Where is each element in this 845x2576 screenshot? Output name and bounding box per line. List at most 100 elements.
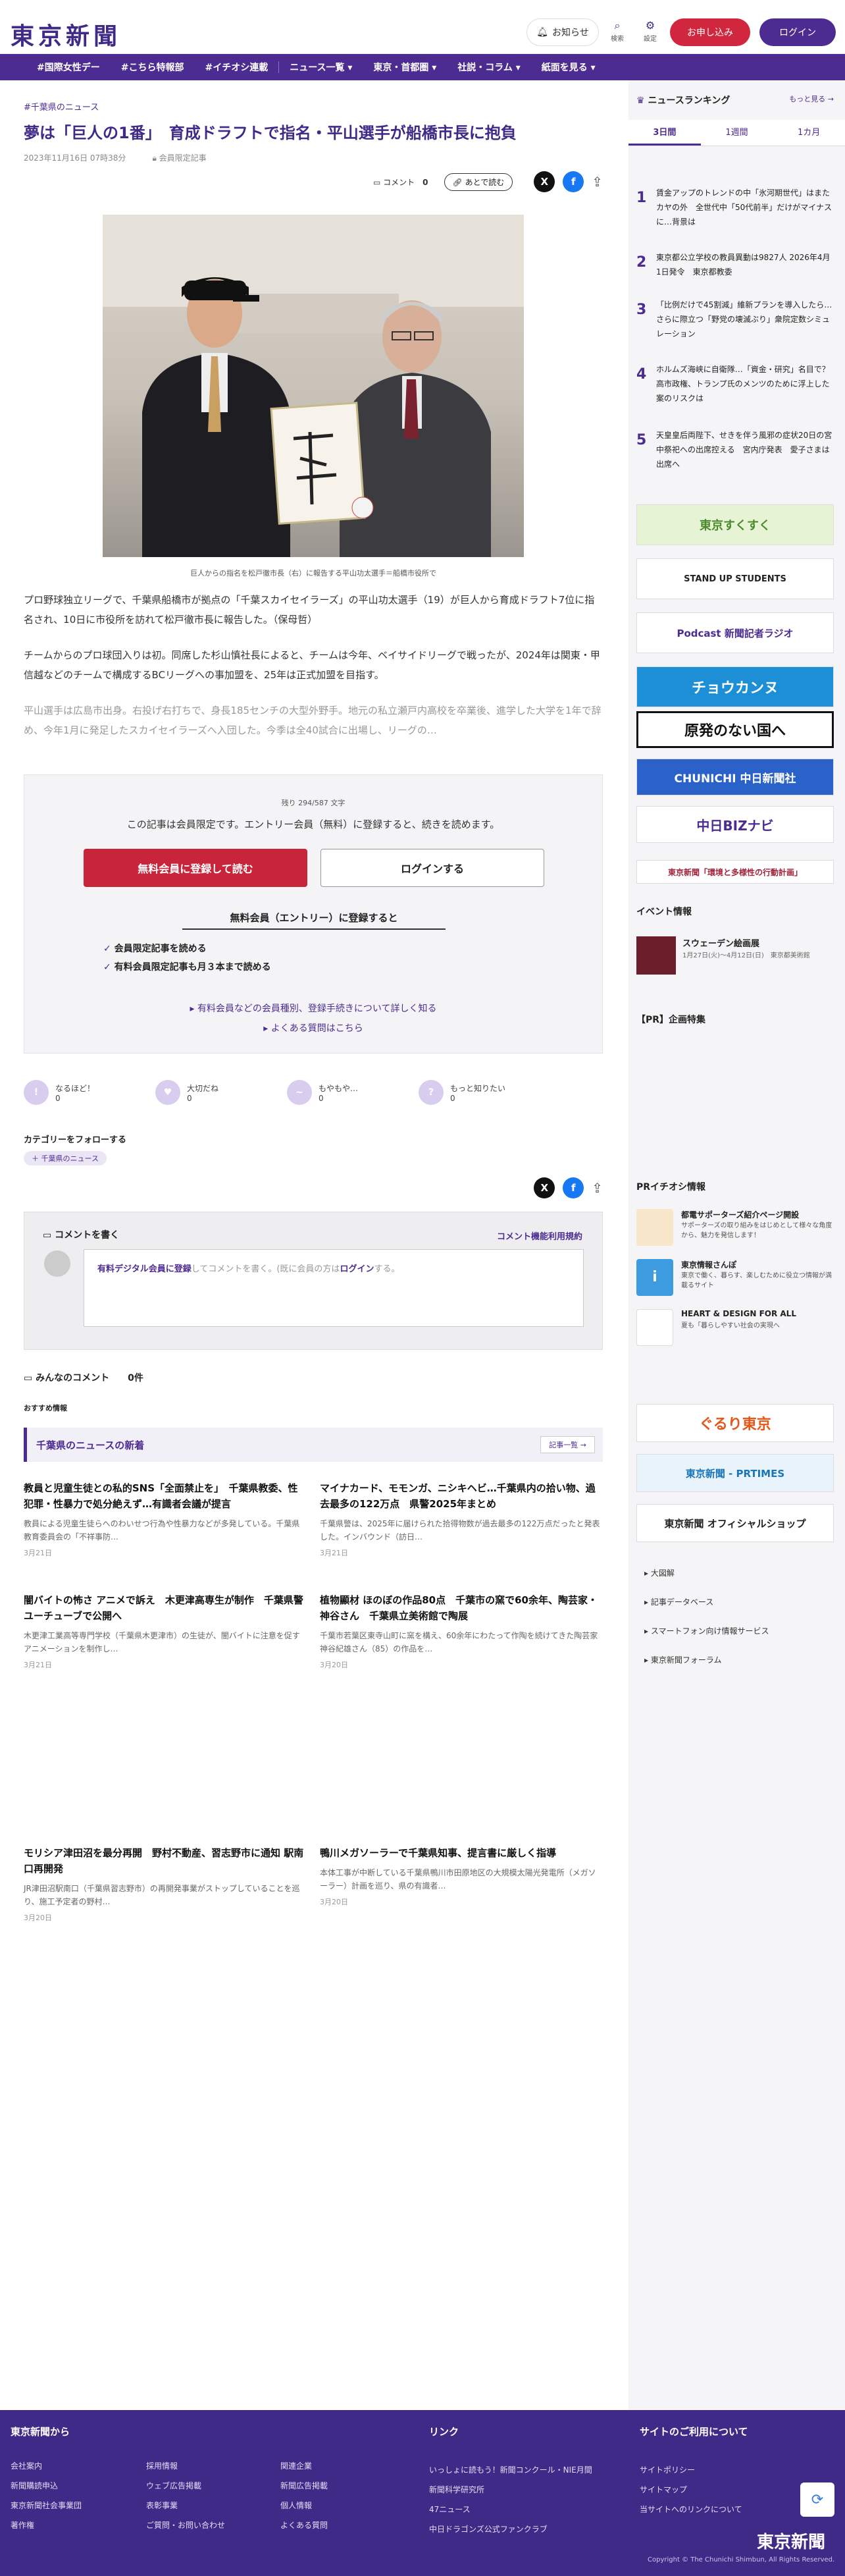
nav-item-news-list[interactable]: ニュース一覧 ▾: [279, 61, 363, 74]
nav-item-tokyo[interactable]: 東京・首都圏 ▾: [363, 61, 447, 74]
sidebar-link[interactable]: ▸ 記事データベース: [644, 1596, 713, 1607]
question-icon: ?: [419, 1080, 444, 1105]
footer-link[interactable]: 新聞広告掲載: [280, 2480, 328, 2491]
x-share-icon[interactable]: X: [534, 1177, 555, 1198]
tab-1week[interactable]: 1週間: [700, 120, 773, 146]
footer-logo[interactable]: 東京新聞: [757, 2529, 825, 2553]
banner-biznavi[interactable]: 中日BIZナビ: [636, 806, 834, 843]
footer-link[interactable]: 採用情報: [146, 2460, 178, 2471]
nav-item-ichioshi[interactable]: #イチオシ連載: [194, 61, 278, 74]
settings-button[interactable]: ⚙ 設定: [636, 18, 665, 47]
tab-1month[interactable]: 1カ月: [773, 120, 845, 146]
banner-genpatsu[interactable]: 原発のない国へ: [636, 711, 834, 748]
footer-link[interactable]: 中日ドラゴンズ公式ファンクラブ: [429, 2523, 548, 2535]
avatar: [44, 1250, 70, 1277]
banner-chokanu[interactable]: チョウカンヌ: [636, 666, 834, 707]
comment-link[interactable]: ▭ コメント 0: [373, 176, 428, 188]
banner-radio[interactable]: Podcast 新聞記者ラジオ: [636, 612, 834, 653]
reaction-taisetsu[interactable]: ♥ 大切だね 0: [155, 1080, 287, 1105]
membership-info-link[interactable]: ▸ 有料会員などの会員種別、登録手続きについて詳しく知る: [24, 999, 602, 1019]
footer-link[interactable]: 47ニュース: [429, 2504, 471, 2515]
banner-prtimes[interactable]: 東京新聞 - PRTIMES: [636, 1454, 834, 1492]
photo-illustration: [103, 215, 524, 557]
site-footer: 東京新聞から 会社案内 新聞購読申込 東京新聞社会事業団 著作権 採用情報 ウェ…: [0, 2410, 845, 2576]
footer-link[interactable]: サイトマップ: [640, 2484, 687, 2495]
faq-link[interactable]: ▸ よくある質問はこちら: [24, 1019, 602, 1038]
reaction-motto[interactable]: ? もっと知りたい 0: [419, 1080, 550, 1105]
check-icon: ✓: [103, 962, 115, 973]
banner-shop[interactable]: 東京新聞 オフィシャルショップ: [636, 1504, 834, 1542]
clip-icon: 🔗︎: [452, 177, 465, 187]
footer-link[interactable]: 東京新聞社会事業団: [11, 2500, 82, 2511]
breadcrumb[interactable]: #千葉県のニュース: [24, 100, 603, 113]
footer-link[interactable]: 会社案内: [11, 2460, 42, 2471]
benefit-item: ✓ 有料会員限定記事も月３本まで読める: [103, 962, 271, 973]
footer-link[interactable]: 表彰事業: [146, 2500, 178, 2511]
tab-3days[interactable]: 3日間: [628, 120, 701, 146]
nav-item-paper[interactable]: 紙面を見る ▾: [531, 61, 606, 74]
x-share-icon[interactable]: X: [534, 171, 555, 192]
pr-thumbnail: [636, 1209, 673, 1246]
read-later-button[interactable]: 🔗︎ あとで読む: [444, 173, 513, 191]
comment-box: ▭ コメントを書く コメント機能利用規約 有料デジタル会員に登録してコメントを書…: [24, 1212, 603, 1350]
paywall-login-button[interactable]: ログインする: [320, 849, 544, 887]
footer-link[interactable]: 新聞科学研究所: [429, 2484, 484, 2495]
footer-link[interactable]: いっしょに読もう！新聞コンクール・NIE月間: [429, 2464, 592, 2475]
recaptcha-icon: ⟳: [811, 2491, 824, 2508]
banner-chunichi[interactable]: CHUNICHI 中日新聞社: [636, 759, 834, 795]
sidebar-link[interactable]: ▸ 東京新聞フォーラム: [644, 1654, 722, 1665]
site-header: 東京新聞 🔔︎ お知らせ ⌕ 検索 ⚙ 設定 お申し込み ログイン: [0, 0, 845, 54]
footer-link[interactable]: 関連企業: [280, 2460, 312, 2471]
facebook-share-icon[interactable]: f: [563, 1177, 584, 1198]
nav-item-editorial[interactable]: 社説・コラム ▾: [447, 61, 530, 74]
footer-link[interactable]: ご質問・お問い合わせ: [146, 2519, 225, 2531]
reaction-naruhodo[interactable]: ! なるほど！ 0: [24, 1080, 155, 1105]
banner-sukusuku[interactable]: 東京すくすく: [636, 504, 834, 545]
footer-link[interactable]: ウェブ広告掲載: [146, 2480, 201, 2491]
event-name[interactable]: スウェーデン絵画展: [682, 936, 759, 949]
news-card[interactable]: 闇バイトの怖さ アニメで訴え 木更津高専生が制作 千葉県警ユーチューブで公開へ木…: [24, 1592, 307, 1670]
apply-button[interactable]: お申し込み: [670, 18, 750, 46]
footer-col-title: 東京新聞から: [11, 2426, 70, 2438]
footer-link[interactable]: サイトポリシー: [640, 2464, 695, 2475]
site-logo[interactable]: 東京新聞: [11, 17, 121, 51]
comment-rules-link[interactable]: コメント機能利用規約: [497, 1229, 582, 1242]
register-button[interactable]: 無料会員に登録して読む: [84, 849, 307, 887]
footer-link[interactable]: 新聞購読申込: [11, 2480, 58, 2491]
footer-link[interactable]: よくある質問: [280, 2519, 328, 2531]
event-thumbnail[interactable]: [636, 936, 676, 975]
benefit-item: ✓ 会員限定記事を読める: [103, 944, 207, 954]
search-button[interactable]: ⌕ 検索: [603, 18, 632, 47]
exclamation-icon: !: [24, 1080, 49, 1105]
news-card[interactable]: マイナカード、モモンガ、ニシキヘビ…千葉県内の拾い物、過去最多の122万点 県警…: [320, 1480, 603, 1558]
footer-link[interactable]: 当サイトへのリンクについて: [640, 2504, 742, 2515]
article-paragraph-faded: 平山選手は広島市出身。右投げ右打ちで、身長185センチの大型外野手。地元の私立瀬…: [24, 705, 602, 736]
notice-button[interactable]: 🔔︎ お知らせ: [526, 18, 599, 46]
news-card[interactable]: 鴨川メガソーラーで千葉県知事、提言書に厳しく指導 本体工事が中断している千葉県鴨川…: [320, 1845, 603, 1907]
news-card[interactable]: 教員と児童生徒との私的SNS「全面禁止を」 千葉県教委、性犯罪・性暴力で処分絶え…: [24, 1480, 307, 1558]
ranking-more-link[interactable]: もっと見る →: [789, 94, 834, 104]
comment-input[interactable]: 有料デジタル会員に登録してコメントを書く。(既に会員の方はログインする。: [84, 1249, 584, 1327]
write-comment-label: ▭ コメントを書く: [43, 1230, 120, 1241]
banner-action-plan[interactable]: 東京新聞「環境と多様性の行動計画」: [636, 860, 834, 884]
banner-standup[interactable]: STAND UP STUDENTS: [636, 558, 834, 599]
share-icon[interactable]: ⇪: [592, 1180, 603, 1196]
footer-link[interactable]: 個人情報: [280, 2500, 312, 2511]
register-link[interactable]: 有料デジタル会員に登録: [97, 1264, 192, 1274]
recaptcha-badge[interactable]: ⟳: [800, 2482, 834, 2517]
follow-tag-button[interactable]: ＋ 千葉県のニュース: [24, 1151, 107, 1166]
comment-login-link[interactable]: ログイン: [340, 1264, 374, 1274]
news-card[interactable]: 植物顯材 ほのぼの作品80点 千葉市の窯で60余年、陶芸家・神谷さん 千葉県立美…: [320, 1592, 603, 1670]
nav-item-womens-day[interactable]: #国際女性デー: [26, 61, 111, 74]
facebook-share-icon[interactable]: f: [563, 171, 584, 192]
sidebar-link[interactable]: ▸ 大図解: [644, 1567, 675, 1578]
banner-gururi[interactable]: ぐるり東京: [636, 1404, 834, 1442]
nav-item-tokuhobu[interactable]: #こちら特報部: [111, 61, 195, 74]
news-card[interactable]: モリシア津田沼を最分再開 野村不動産、習志野市に通知 駅南口再開発 JR津田沼駅南…: [24, 1845, 307, 1923]
reaction-moyamoya[interactable]: ~ もやもや… 0: [287, 1080, 419, 1105]
login-button[interactable]: ログイン: [759, 18, 836, 46]
footer-link[interactable]: 著作権: [11, 2519, 34, 2531]
share-icon[interactable]: ⇪: [592, 174, 603, 190]
sidebar-link[interactable]: ▸ スマートフォン向け情報サービス: [644, 1625, 769, 1636]
article-list-link[interactable]: 記事一覧 →: [540, 1436, 595, 1453]
